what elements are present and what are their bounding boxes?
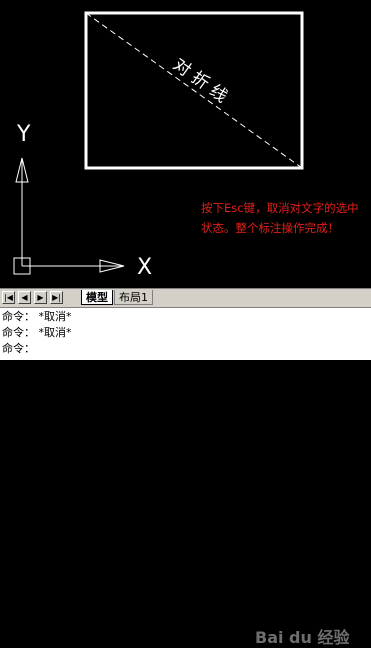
command-history-line: 命令： *取消* [2,326,72,339]
layout-tab-bar: |◀ ◀ ▶ ▶| 模型 布局1 [0,288,371,307]
instruction-line-2: 状态。整个标注操作完成！ [201,221,339,235]
command-prompt[interactable]: 命令： [2,341,35,357]
tab-model[interactable]: 模型 [81,290,113,305]
last-tab-button[interactable]: ▶| [50,291,63,304]
prev-tab-button[interactable]: ◀ [18,291,31,304]
fold-line-label[interactable]: 对 折 线 [169,55,231,107]
command-window[interactable]: 命令： *取消* 命令： *取消* 命令： Bai du 经验 [0,307,371,647]
diagonal-fold-line[interactable] [85,12,303,169]
next-tab-button[interactable]: ▶ [34,291,47,304]
command-history-line: 命令： *取消* [2,310,72,323]
y-axis-label: Y [16,122,31,147]
drawing-svg: 对 折 线 Y X [13,11,304,280]
first-tab-button[interactable]: |◀ [2,291,15,304]
drawing-canvas[interactable]: 对 折 线 Y X 按下Esc键，取消对文字的选中 状态。整个标注操作完成！ [0,0,371,288]
tab-layout1[interactable]: 布局1 [114,290,153,305]
x-axis-label: X [137,255,152,280]
watermark-logo: Bai du 经验 [255,628,350,647]
instruction-text: 按下Esc键，取消对文字的选中 状态。整个标注操作完成！ [201,198,361,238]
instruction-line-1: 按下Esc键，取消对文字的选中 [201,201,359,215]
ucs-icon: Y X [13,122,152,280]
